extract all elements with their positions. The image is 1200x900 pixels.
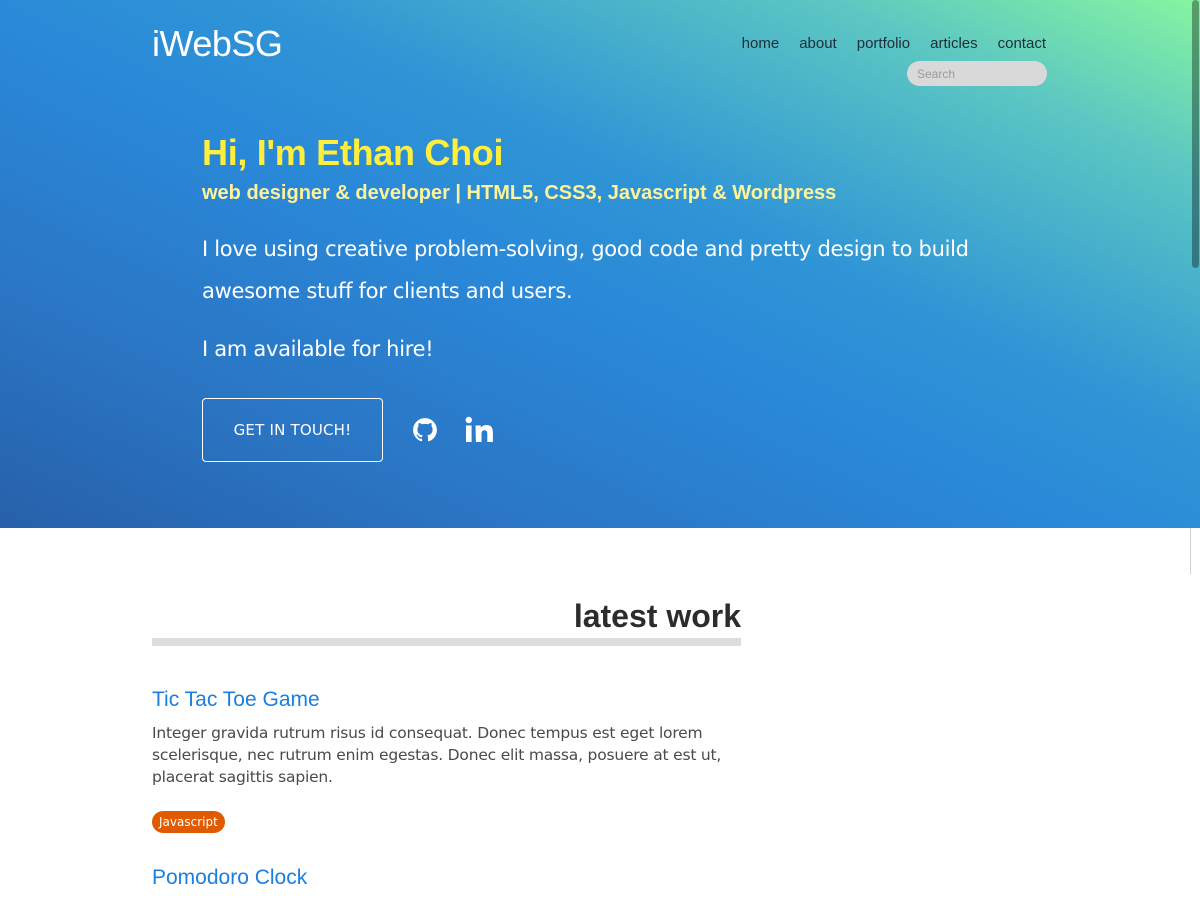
nav-item-home[interactable]: home <box>742 34 780 54</box>
hero-greeting: Hi, I'm Ethan Choi <box>202 132 504 173</box>
nav-item-portfolio[interactable]: portfolio <box>857 34 910 54</box>
scrollbar-thumb[interactable] <box>1192 0 1199 268</box>
linkedin-icon[interactable] <box>465 416 495 444</box>
scrollbar[interactable] <box>1190 0 1200 575</box>
hero-content: Hi, I'm Ethan Choi web designer & develo… <box>202 130 1002 364</box>
nav-item-contact[interactable]: contact <box>998 34 1046 54</box>
section-divider <box>152 638 741 646</box>
section-title: latest work <box>573 598 741 634</box>
project-description: Integer gravida rutrum risus id consequa… <box>152 724 722 786</box>
project-item: Pomodoro Clock <box>152 864 732 892</box>
site-logo[interactable]: iWebSG <box>152 22 283 66</box>
search-input[interactable] <box>907 61 1047 86</box>
nav-item-articles[interactable]: articles <box>930 34 978 54</box>
get-in-touch-button[interactable]: GET IN TOUCH! <box>202 398 383 462</box>
project-item: Tic Tac Toe Game Integer gravida rutrum … <box>152 686 732 833</box>
hero-availability: I am available for hire! <box>202 337 434 361</box>
hero-section: iWebSG home about portfolio articles con… <box>0 0 1200 528</box>
nav-item-about[interactable]: about <box>799 34 837 54</box>
hero-intro: I love using creative problem-solving, g… <box>202 237 969 303</box>
tag-badge[interactable]: Javascript <box>152 811 225 833</box>
project-title[interactable]: Pomodoro Clock <box>152 864 307 892</box>
project-title[interactable]: Tic Tac Toe Game <box>152 686 320 714</box>
scrollbar-edge <box>1190 528 1191 574</box>
hero-subtitle: web designer & developer | HTML5, CSS3, … <box>202 182 837 204</box>
main-nav: home about portfolio articles contact <box>722 34 1046 54</box>
cta-row: GET IN TOUCH! <box>202 398 495 462</box>
github-icon[interactable] <box>411 416 439 444</box>
